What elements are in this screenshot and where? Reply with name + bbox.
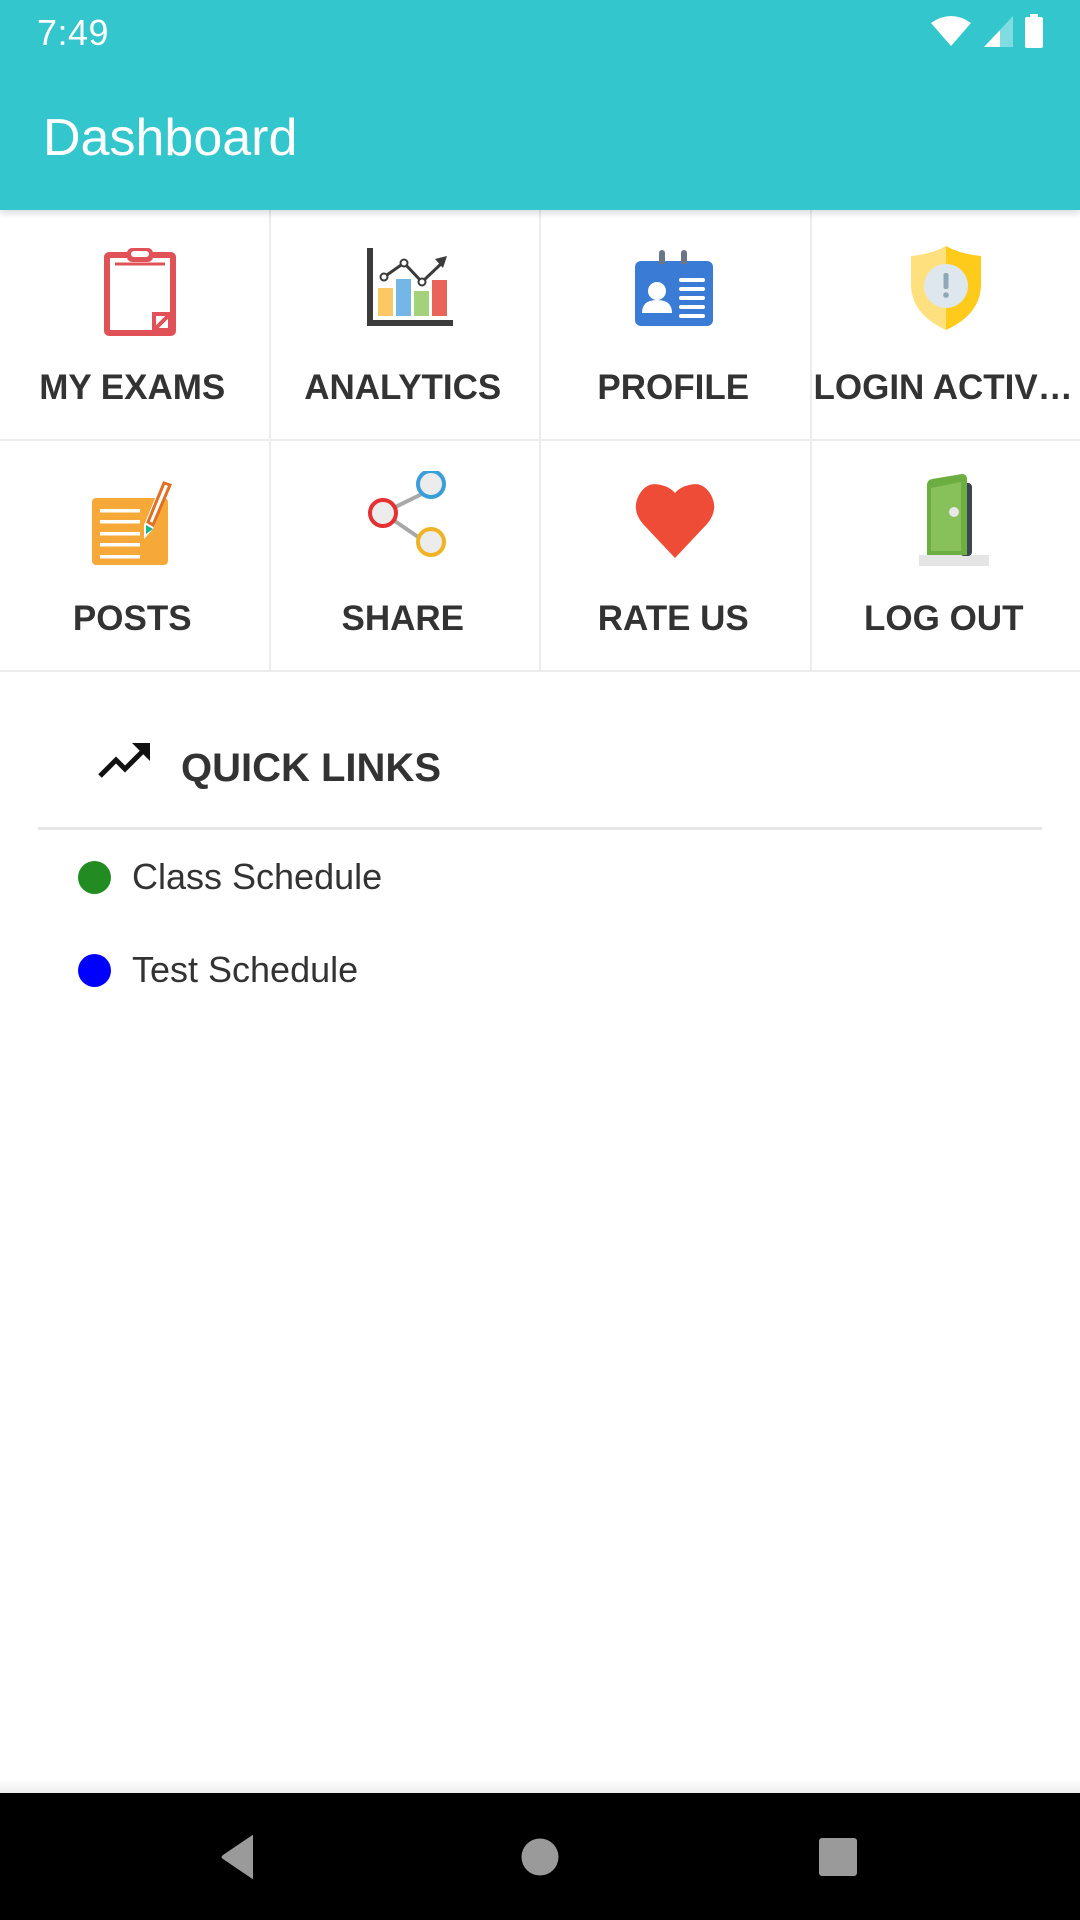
bar-chart-icon <box>366 248 453 326</box>
shield-alert-icon <box>910 246 981 330</box>
menu-item-label: ANALYTICS <box>304 368 502 407</box>
menu-item-profile[interactable]: PROFILE <box>541 210 810 439</box>
menu-item-login-activity[interactable]: LOGIN ACTIVI… <box>811 210 1080 439</box>
menu-item-log-out[interactable]: LOG OUT <box>811 441 1080 670</box>
quick-links-title: QUICK LINKS <box>181 746 441 790</box>
app-bar: 7:49 Dashboard <box>0 0 1080 210</box>
system-nav-bar <box>0 1779 1080 1920</box>
menu-item-label: SHARE <box>341 599 465 638</box>
page-title: Dashboard <box>43 109 298 167</box>
id-card-icon <box>635 250 714 326</box>
menu-grid: MY EXAMS ANALYTICS PROFILE LOGIN ACTIVI…… <box>0 210 1080 672</box>
menu-item-label: RATE US <box>597 599 749 638</box>
quick-link-label: Test Schedule <box>132 949 359 990</box>
share-icon <box>367 471 446 557</box>
trending-up-icon <box>98 743 150 778</box>
menu-item-rate-us[interactable]: RATE US <box>541 441 810 670</box>
quick-link-label: Class Schedule <box>132 856 383 897</box>
nav-recents-button[interactable] <box>778 1793 898 1920</box>
nav-home-button[interactable] <box>480 1793 600 1920</box>
menu-item-my-exams[interactable]: MY EXAMS <box>0 210 269 439</box>
menu-item-share[interactable]: SHARE <box>270 441 539 670</box>
status-icons <box>930 14 1044 48</box>
menu-item-label: LOG OUT <box>864 599 1024 638</box>
quick-link-class-schedule[interactable]: Class Schedule <box>78 847 382 907</box>
menu-item-analytics[interactable]: ANALYTICS <box>270 210 539 439</box>
wifi-icon <box>931 16 971 46</box>
green-dot-icon <box>78 860 111 894</box>
menu-item-label: MY EXAMS <box>39 368 226 407</box>
menu-item-posts[interactable]: POSTS <box>0 441 269 670</box>
clipboard-icon <box>104 248 177 336</box>
menu-item-label: PROFILE <box>597 368 750 407</box>
door-icon <box>918 474 989 566</box>
menu-item-label: LOGIN ACTIVI… <box>813 368 1080 407</box>
battery-icon <box>1025 14 1043 48</box>
status-time: 7:49 <box>37 12 110 53</box>
back-icon <box>221 1834 253 1879</box>
home-icon <box>521 1838 559 1875</box>
quick-links-divider <box>38 827 1042 830</box>
heart-icon <box>636 484 715 558</box>
nav-back-button[interactable] <box>178 1793 298 1920</box>
blue-dot-icon <box>78 953 111 987</box>
quick-link-test-schedule[interactable]: Test Schedule <box>78 940 358 1000</box>
note-pencil-icon <box>92 479 173 565</box>
recents-icon <box>819 1837 857 1876</box>
cellular-signal-icon <box>984 16 1013 47</box>
menu-item-label: POSTS <box>72 599 192 638</box>
